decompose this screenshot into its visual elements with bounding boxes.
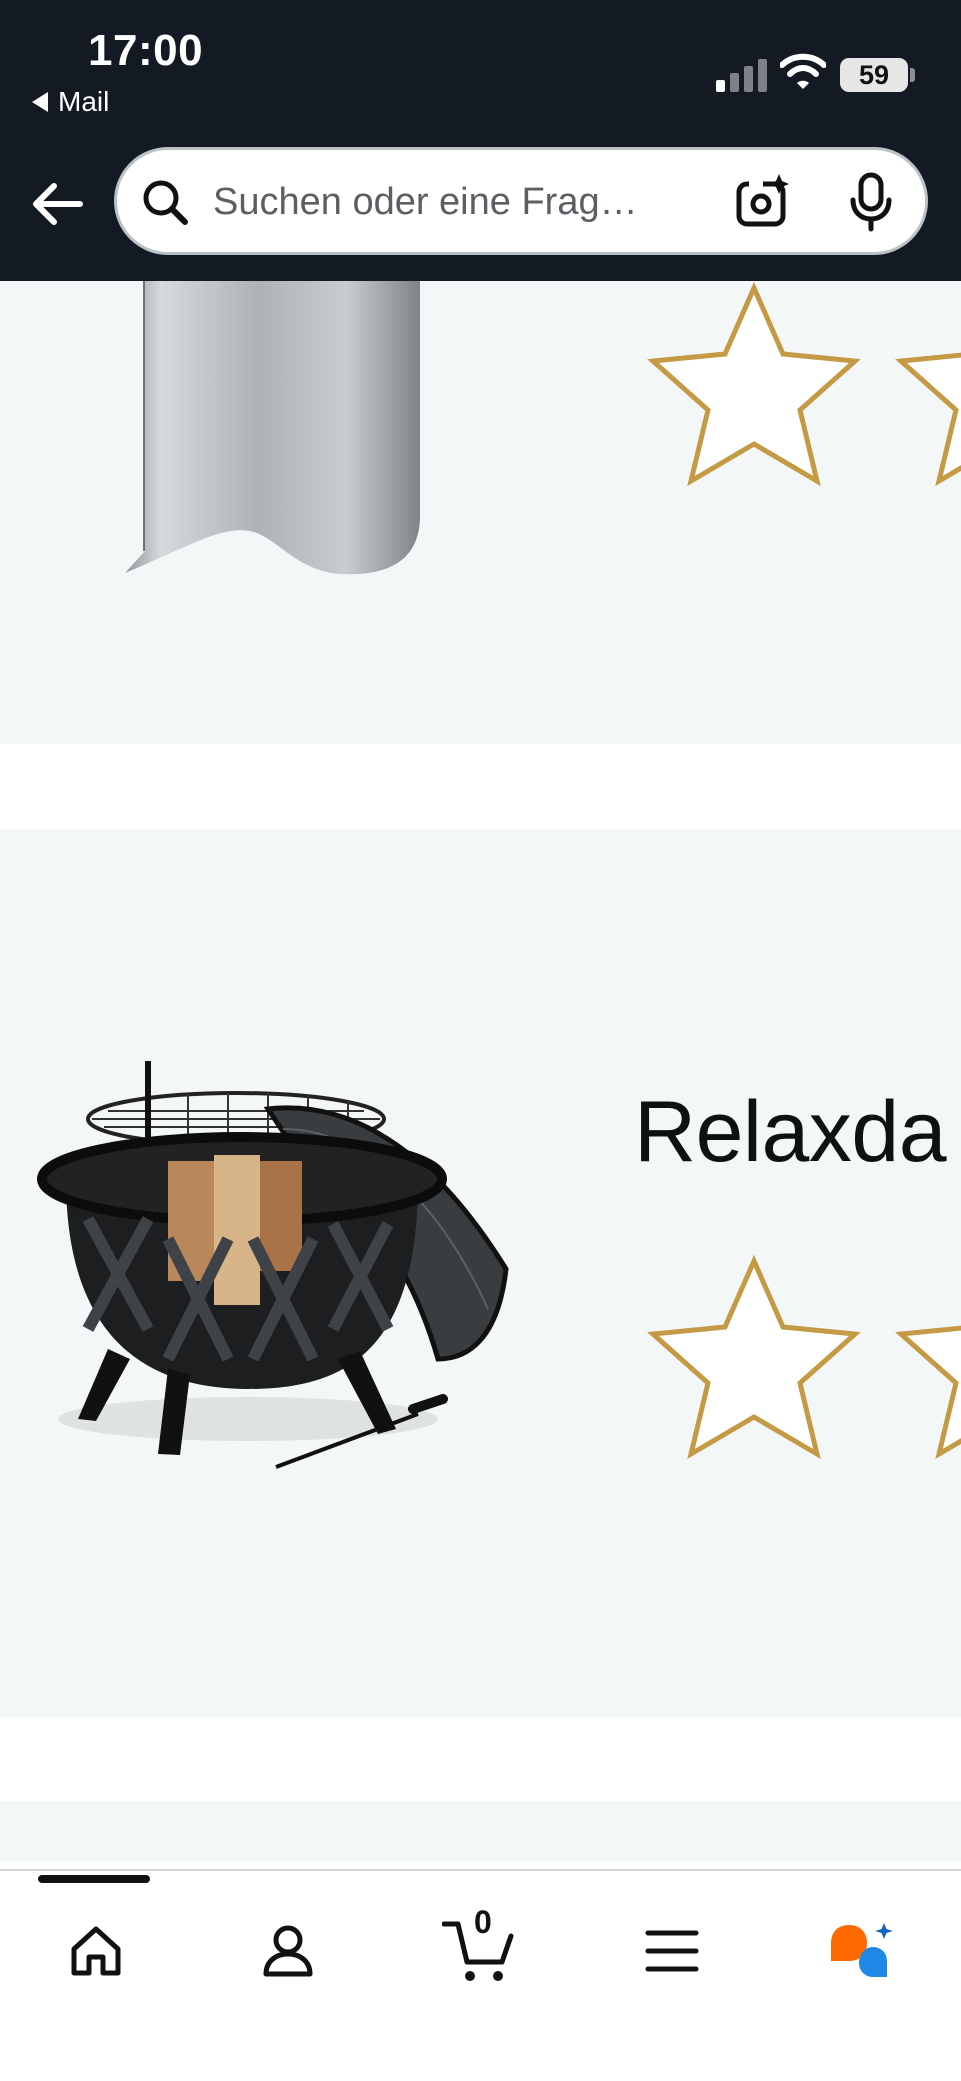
menu-icon [645,1930,699,1972]
back-arrow-icon[interactable] [28,174,84,234]
tab-account[interactable] [248,1911,328,1991]
tab-menu[interactable] [632,1911,712,1991]
product-title[interactable]: Relaxda [634,1083,947,1182]
search-input[interactable] [213,175,683,229]
back-to-app-link[interactable]: Mail [32,86,109,118]
star-icon [647,1254,861,1460]
product-card[interactable] [0,1801,961,1861]
microphone-icon[interactable] [847,172,895,232]
cart-count-badge: 0 [474,1904,492,1940]
tab-rufus[interactable] [822,1911,902,1991]
rating-stars [630,1254,961,1484]
app-root: 17:00 Mail 59 Suchen oder eine Frag… Rel… [0,0,961,2081]
star-icon [895,1325,961,1460]
camera-search-icon[interactable] [735,172,793,230]
product-card[interactable]: Relaxda [0,829,961,1717]
star-icon [895,352,961,487]
rufus-icon [831,1923,893,1977]
search-icon [143,180,188,225]
rating-stars [630,281,961,511]
battery-indicator: 59 [840,58,908,92]
product-card[interactable] [0,281,961,744]
back-triangle-icon [32,92,48,112]
signal-icon [716,58,767,92]
product-image-fire-pit[interactable] [18,1059,528,1479]
star-icon [647,281,861,487]
status-time: 17:00 [88,26,204,75]
wifi-icon [780,53,826,89]
search-bar[interactable] [114,147,928,255]
battery-tip [910,68,915,82]
active-tab-indicator [38,1875,150,1883]
account-icon [263,1925,313,1977]
back-app-label: Mail [58,86,110,117]
tab-home[interactable] [56,1911,136,1991]
home-icon [71,1926,121,1976]
header: 17:00 Mail 59 [0,0,961,281]
product-image-pipe[interactable] [100,281,440,581]
bottom-tab-bar: 0 [0,1869,961,2081]
